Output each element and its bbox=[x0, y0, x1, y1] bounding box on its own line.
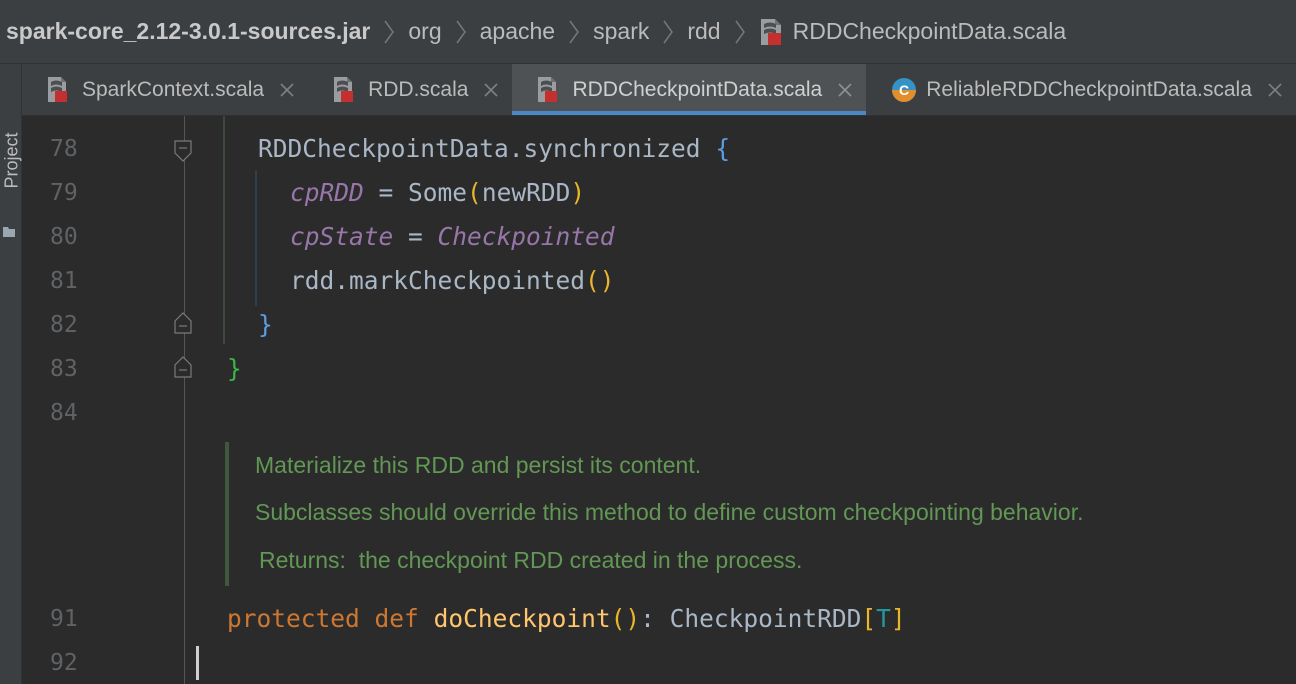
chevron-right-icon bbox=[733, 17, 747, 47]
line-number: 79 bbox=[50, 180, 78, 206]
scala-file-icon bbox=[46, 76, 70, 104]
line-number: 83 bbox=[50, 356, 78, 382]
line-number: 78 bbox=[50, 136, 78, 162]
breadcrumb: spark-core_2.12-3.0.1-sources.jar org ap… bbox=[0, 0, 1296, 64]
code-editor[interactable]: 78 79 80 81 82 83 84 91 92 RDDCheckpoint… bbox=[22, 116, 1296, 684]
breadcrumb-item-org[interactable]: org bbox=[408, 18, 441, 45]
code-line-91: protected def doCheckpoint(): Checkpoint… bbox=[227, 604, 906, 633]
doc-returns-label: Returns: bbox=[259, 547, 346, 573]
fold-close-icon[interactable] bbox=[173, 355, 193, 379]
tab-reliablerddcheckpointdata[interactable]: C ReliableRDDCheckpointData.scala bbox=[866, 64, 1296, 115]
scala-file-icon bbox=[759, 17, 785, 47]
chevron-right-icon bbox=[567, 17, 581, 47]
indent-guide bbox=[255, 170, 257, 306]
fold-open-icon[interactable] bbox=[173, 139, 193, 163]
doc-returns: Returns: the checkpoint RDD created in t… bbox=[259, 547, 802, 574]
project-tool-label[interactable]: Project bbox=[2, 129, 23, 193]
tab-rdd[interactable]: RDD.scala bbox=[308, 64, 512, 115]
editor-tabs: SparkContext.scala RDD.scala RDDCheckpoi… bbox=[22, 64, 1296, 116]
breadcrumb-item-file[interactable]: RDDCheckpointData.scala bbox=[793, 18, 1067, 45]
tab-label: RDD.scala bbox=[368, 77, 469, 101]
indent-guide bbox=[223, 116, 225, 344]
doc-line: Subclasses should override this method t… bbox=[255, 499, 1084, 525]
rendered-doc-comment[interactable]: Materialize this RDD and persist its con… bbox=[225, 442, 1225, 586]
line-number: 81 bbox=[50, 268, 78, 294]
svg-text:C: C bbox=[899, 82, 909, 98]
doc-line: Materialize this RDD and persist its con… bbox=[255, 452, 702, 478]
code-line-83: } bbox=[227, 354, 242, 383]
code-line-80: cpState = Checkpointed bbox=[290, 222, 615, 251]
folder-icon bbox=[3, 227, 15, 237]
line-number: 84 bbox=[50, 400, 78, 426]
project-tool-window-strip[interactable]: Project bbox=[0, 64, 22, 684]
line-number: 91 bbox=[50, 606, 78, 632]
code-line-82: } bbox=[258, 310, 273, 339]
tab-rddcheckpointdata[interactable]: RDDCheckpointData.scala bbox=[512, 64, 867, 115]
gutter-divider bbox=[184, 116, 185, 684]
breadcrumb-item-apache[interactable]: apache bbox=[480, 18, 555, 45]
scala-class-icon: C bbox=[890, 76, 917, 104]
code-line-81: rdd.markCheckpointed() bbox=[290, 266, 615, 295]
tab-label: SparkContext.scala bbox=[82, 77, 265, 101]
doc-returns-text: the checkpoint RDD created in the proces… bbox=[358, 547, 803, 573]
chevron-right-icon bbox=[661, 17, 675, 47]
line-number: 92 bbox=[50, 650, 78, 676]
chevron-right-icon bbox=[454, 17, 468, 47]
chevron-right-icon bbox=[382, 17, 396, 47]
tab-label: RDDCheckpointData.scala bbox=[572, 77, 823, 101]
scala-file-icon bbox=[536, 76, 560, 104]
breadcrumb-item-jar[interactable]: spark-core_2.12-3.0.1-sources.jar bbox=[6, 18, 370, 45]
code-line-79: cpRDD = Some(newRDD) bbox=[290, 178, 586, 207]
tab-label: ReliableRDDCheckpointData.scala bbox=[926, 77, 1252, 101]
breadcrumb-item-spark[interactable]: spark bbox=[593, 18, 649, 45]
scala-file-icon bbox=[332, 76, 356, 104]
text-caret bbox=[196, 646, 199, 680]
breadcrumb-item-rdd[interactable]: rdd bbox=[687, 18, 720, 45]
line-number: 80 bbox=[50, 224, 78, 250]
close-icon[interactable] bbox=[836, 81, 854, 99]
clipped-line bbox=[258, 94, 288, 124]
code-line-78: RDDCheckpointData.synchronized { bbox=[258, 134, 731, 163]
close-icon[interactable] bbox=[1266, 81, 1284, 99]
fold-close-icon[interactable] bbox=[173, 311, 193, 335]
line-number: 82 bbox=[50, 312, 78, 338]
close-icon[interactable] bbox=[482, 81, 500, 99]
